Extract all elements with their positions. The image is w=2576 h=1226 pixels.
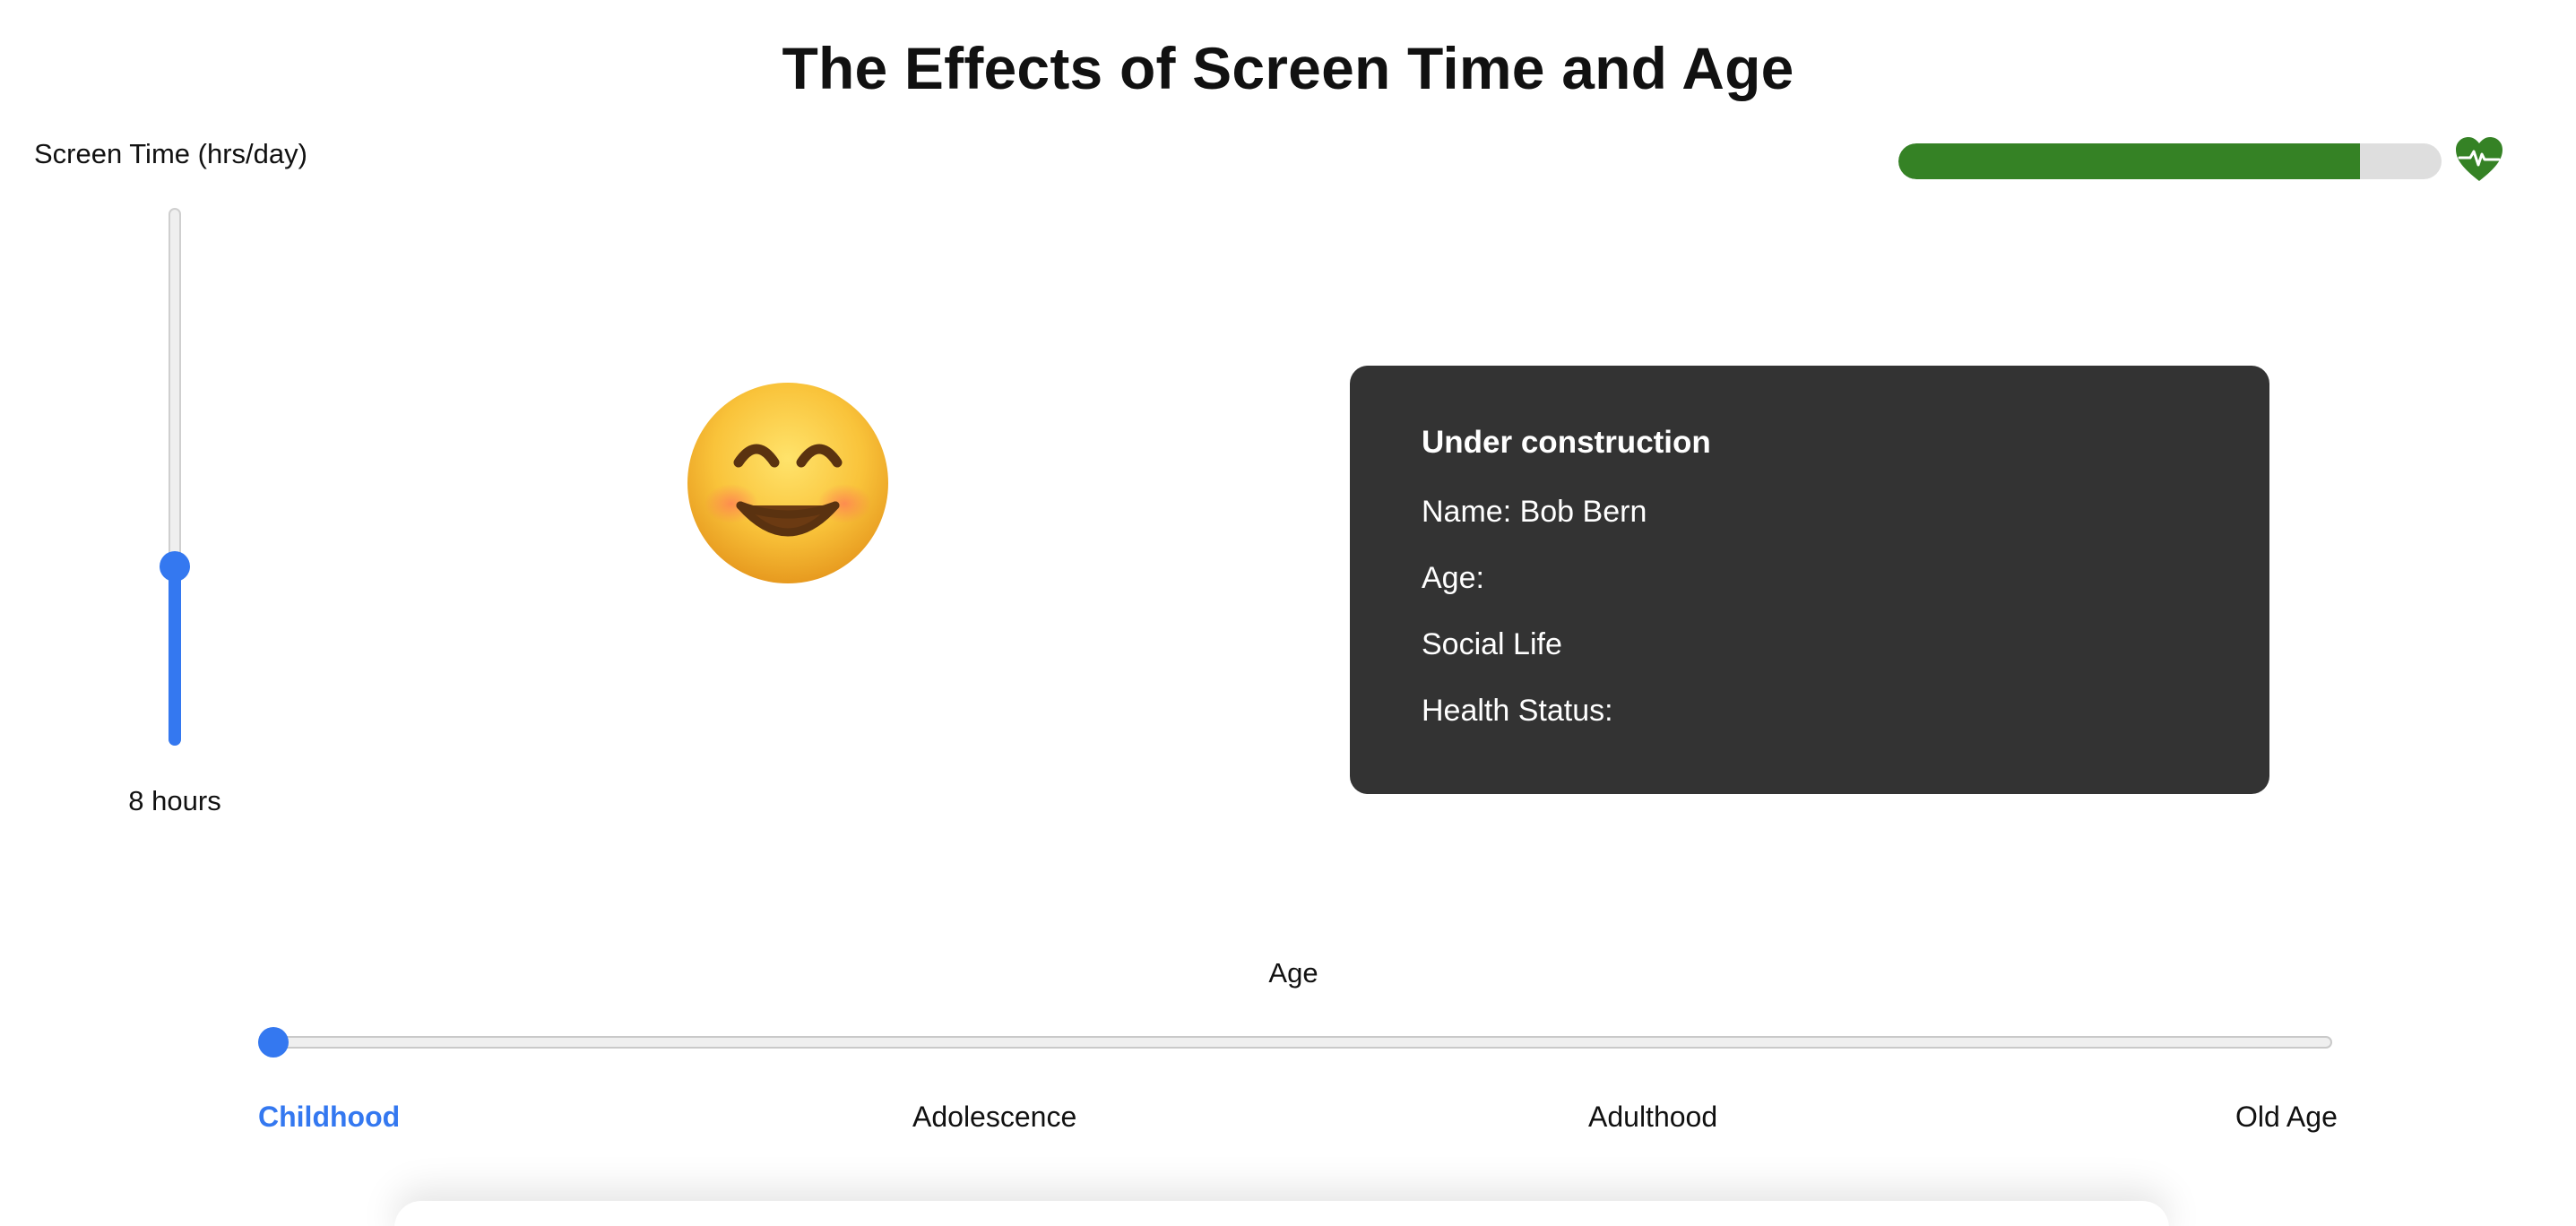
page-title: The Effects of Screen Time and Age [782,35,1794,101]
age-stage-adolescence[interactable]: Adolescence [912,1101,1076,1134]
age-stage-childhood[interactable]: Childhood [258,1101,400,1134]
info-health-status: Health Status: [1422,694,1613,728]
screen-time-slider-fill [169,566,181,746]
smiling-face-icon [687,383,888,583]
age-slider-thumb[interactable] [258,1027,289,1058]
heart-pulse-icon [2456,137,2503,181]
info-name: Name: Bob Bern [1422,495,1647,529]
screen-time-readout: 8 hours [128,785,221,816]
health-bar [1898,143,2442,179]
age-label: Age [1268,957,1318,989]
screen-time-slider[interactable] [160,208,190,746]
age-slider-track[interactable] [258,1036,2332,1049]
info-age: Age: [1422,561,1484,595]
bottom-panel-edge [394,1201,2169,1226]
info-card-heading: Under construction [1422,425,1711,460]
health-bar-fill [1898,143,2361,179]
screen-time-slider-thumb[interactable] [160,551,190,582]
info-social-life: Social Life [1422,627,1562,661]
info-card: Under construction Name: Bob Bern Age: S… [1350,366,2269,794]
page: The Effects of Screen Time and Age Scree… [0,0,2576,1226]
screen-time-label: Screen Time (hrs/day) [34,138,307,169]
age-stage-adulthood[interactable]: Adulthood [1588,1101,1717,1134]
age-stage-old-age[interactable]: Old Age [2235,1101,2338,1134]
age-slider[interactable] [258,1027,2332,1058]
